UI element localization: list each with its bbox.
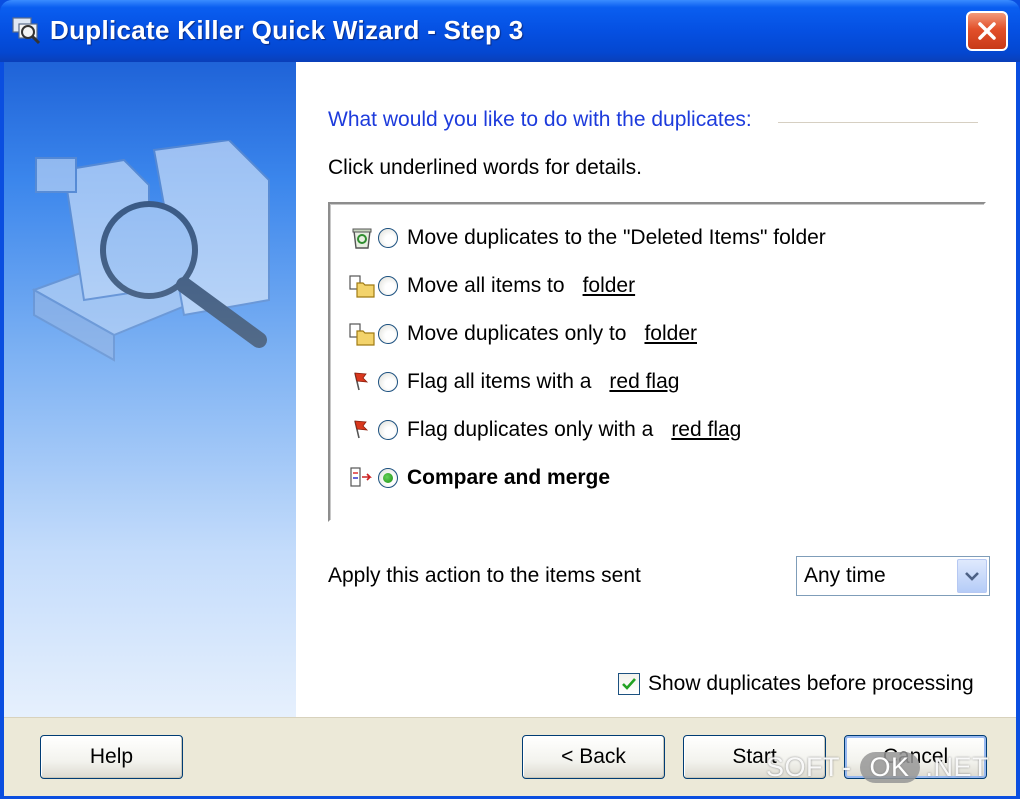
option-label: Flag duplicates only with a xyxy=(407,418,654,441)
folder-link[interactable]: folder xyxy=(644,322,697,346)
radio-flag-all[interactable] xyxy=(378,372,398,392)
option-label: Move duplicates to the "Deleted Items" f… xyxy=(407,226,826,249)
title-bar[interactable]: Duplicate Killer Quick Wizard - Step 3 xyxy=(0,0,1020,62)
apply-action-label: Apply this action to the items sent xyxy=(328,564,641,587)
watermark: SOFT - OK .NET xyxy=(766,752,989,783)
action-options-list: Move duplicates to the "Deleted Items" f… xyxy=(328,202,986,522)
wizard-side-banner xyxy=(4,62,296,717)
wizard-window: Duplicate Killer Quick Wizard - Step 3 W… xyxy=(0,0,1020,799)
back-button[interactable]: < Back xyxy=(522,735,665,779)
red-flag-link[interactable]: red flag xyxy=(609,370,679,394)
radio-move-duplicates[interactable] xyxy=(378,324,398,344)
option-label: Move duplicates only to xyxy=(407,322,627,345)
watermark-text: SOFT xyxy=(766,752,840,782)
radio-selected-dot xyxy=(383,473,393,483)
duplicate-search-illustration-icon xyxy=(31,140,270,362)
dialog-client-area: What would you like to do with the dupli… xyxy=(4,62,1016,796)
hint-text: Click underlined words for details. xyxy=(328,156,642,179)
option-label: Flag all items with a xyxy=(407,370,592,393)
red-flag-link[interactable]: red flag xyxy=(671,418,741,442)
watermark-pill: OK xyxy=(859,752,920,783)
deleted-items-icon xyxy=(352,228,372,249)
red-flag-icon xyxy=(354,372,369,391)
radio-move-to-deleted[interactable] xyxy=(378,228,398,248)
heading-divider xyxy=(778,122,978,123)
watermark-suffix: .NET xyxy=(925,752,990,782)
show-duplicates-label: Show duplicates before processing xyxy=(648,672,974,695)
apply-time-dropdown[interactable]: Any time xyxy=(796,556,990,596)
folder-move-icon xyxy=(349,323,375,346)
option-label: Compare and merge xyxy=(407,466,611,489)
option-compare-merge[interactable]: Compare and merge xyxy=(348,462,610,494)
window-title: Duplicate Killer Quick Wizard - Step 3 xyxy=(50,15,524,45)
checkmark-icon xyxy=(622,678,636,690)
dropdown-arrow-button[interactable] xyxy=(957,559,987,593)
red-flag-icon xyxy=(354,420,369,439)
option-move-duplicates[interactable]: Move duplicates only to folder xyxy=(348,318,697,350)
compare-merge-icon xyxy=(350,467,372,487)
close-button[interactable] xyxy=(966,11,1008,51)
duplicate-killer-app-icon xyxy=(12,17,41,45)
option-label: Move all items to xyxy=(407,274,565,297)
option-move-all[interactable]: Move all items to folder xyxy=(348,270,635,302)
folder-move-icon xyxy=(349,275,375,298)
help-button[interactable]: Help xyxy=(40,735,183,779)
radio-move-all[interactable] xyxy=(378,276,398,296)
option-flag-duplicates[interactable]: Flag duplicates only with a red flag xyxy=(348,414,741,446)
wizard-content: What would you like to do with the dupli… xyxy=(296,62,1016,717)
close-x-icon xyxy=(978,22,996,40)
chevron-down-icon xyxy=(965,572,979,581)
option-move-to-deleted[interactable]: Move duplicates to the "Deleted Items" f… xyxy=(348,222,826,254)
radio-flag-duplicates[interactable] xyxy=(378,420,398,440)
question-heading: What would you like to do with the dupli… xyxy=(328,108,752,131)
option-flag-all[interactable]: Flag all items with a red flag xyxy=(348,366,679,398)
watermark-dash: - xyxy=(842,752,852,782)
folder-link[interactable]: folder xyxy=(583,274,636,298)
radio-compare-merge[interactable] xyxy=(378,468,398,488)
dropdown-value: Any time xyxy=(804,564,886,587)
show-duplicates-option[interactable]: Show duplicates before processing xyxy=(618,672,974,696)
show-duplicates-checkbox[interactable] xyxy=(618,673,640,695)
